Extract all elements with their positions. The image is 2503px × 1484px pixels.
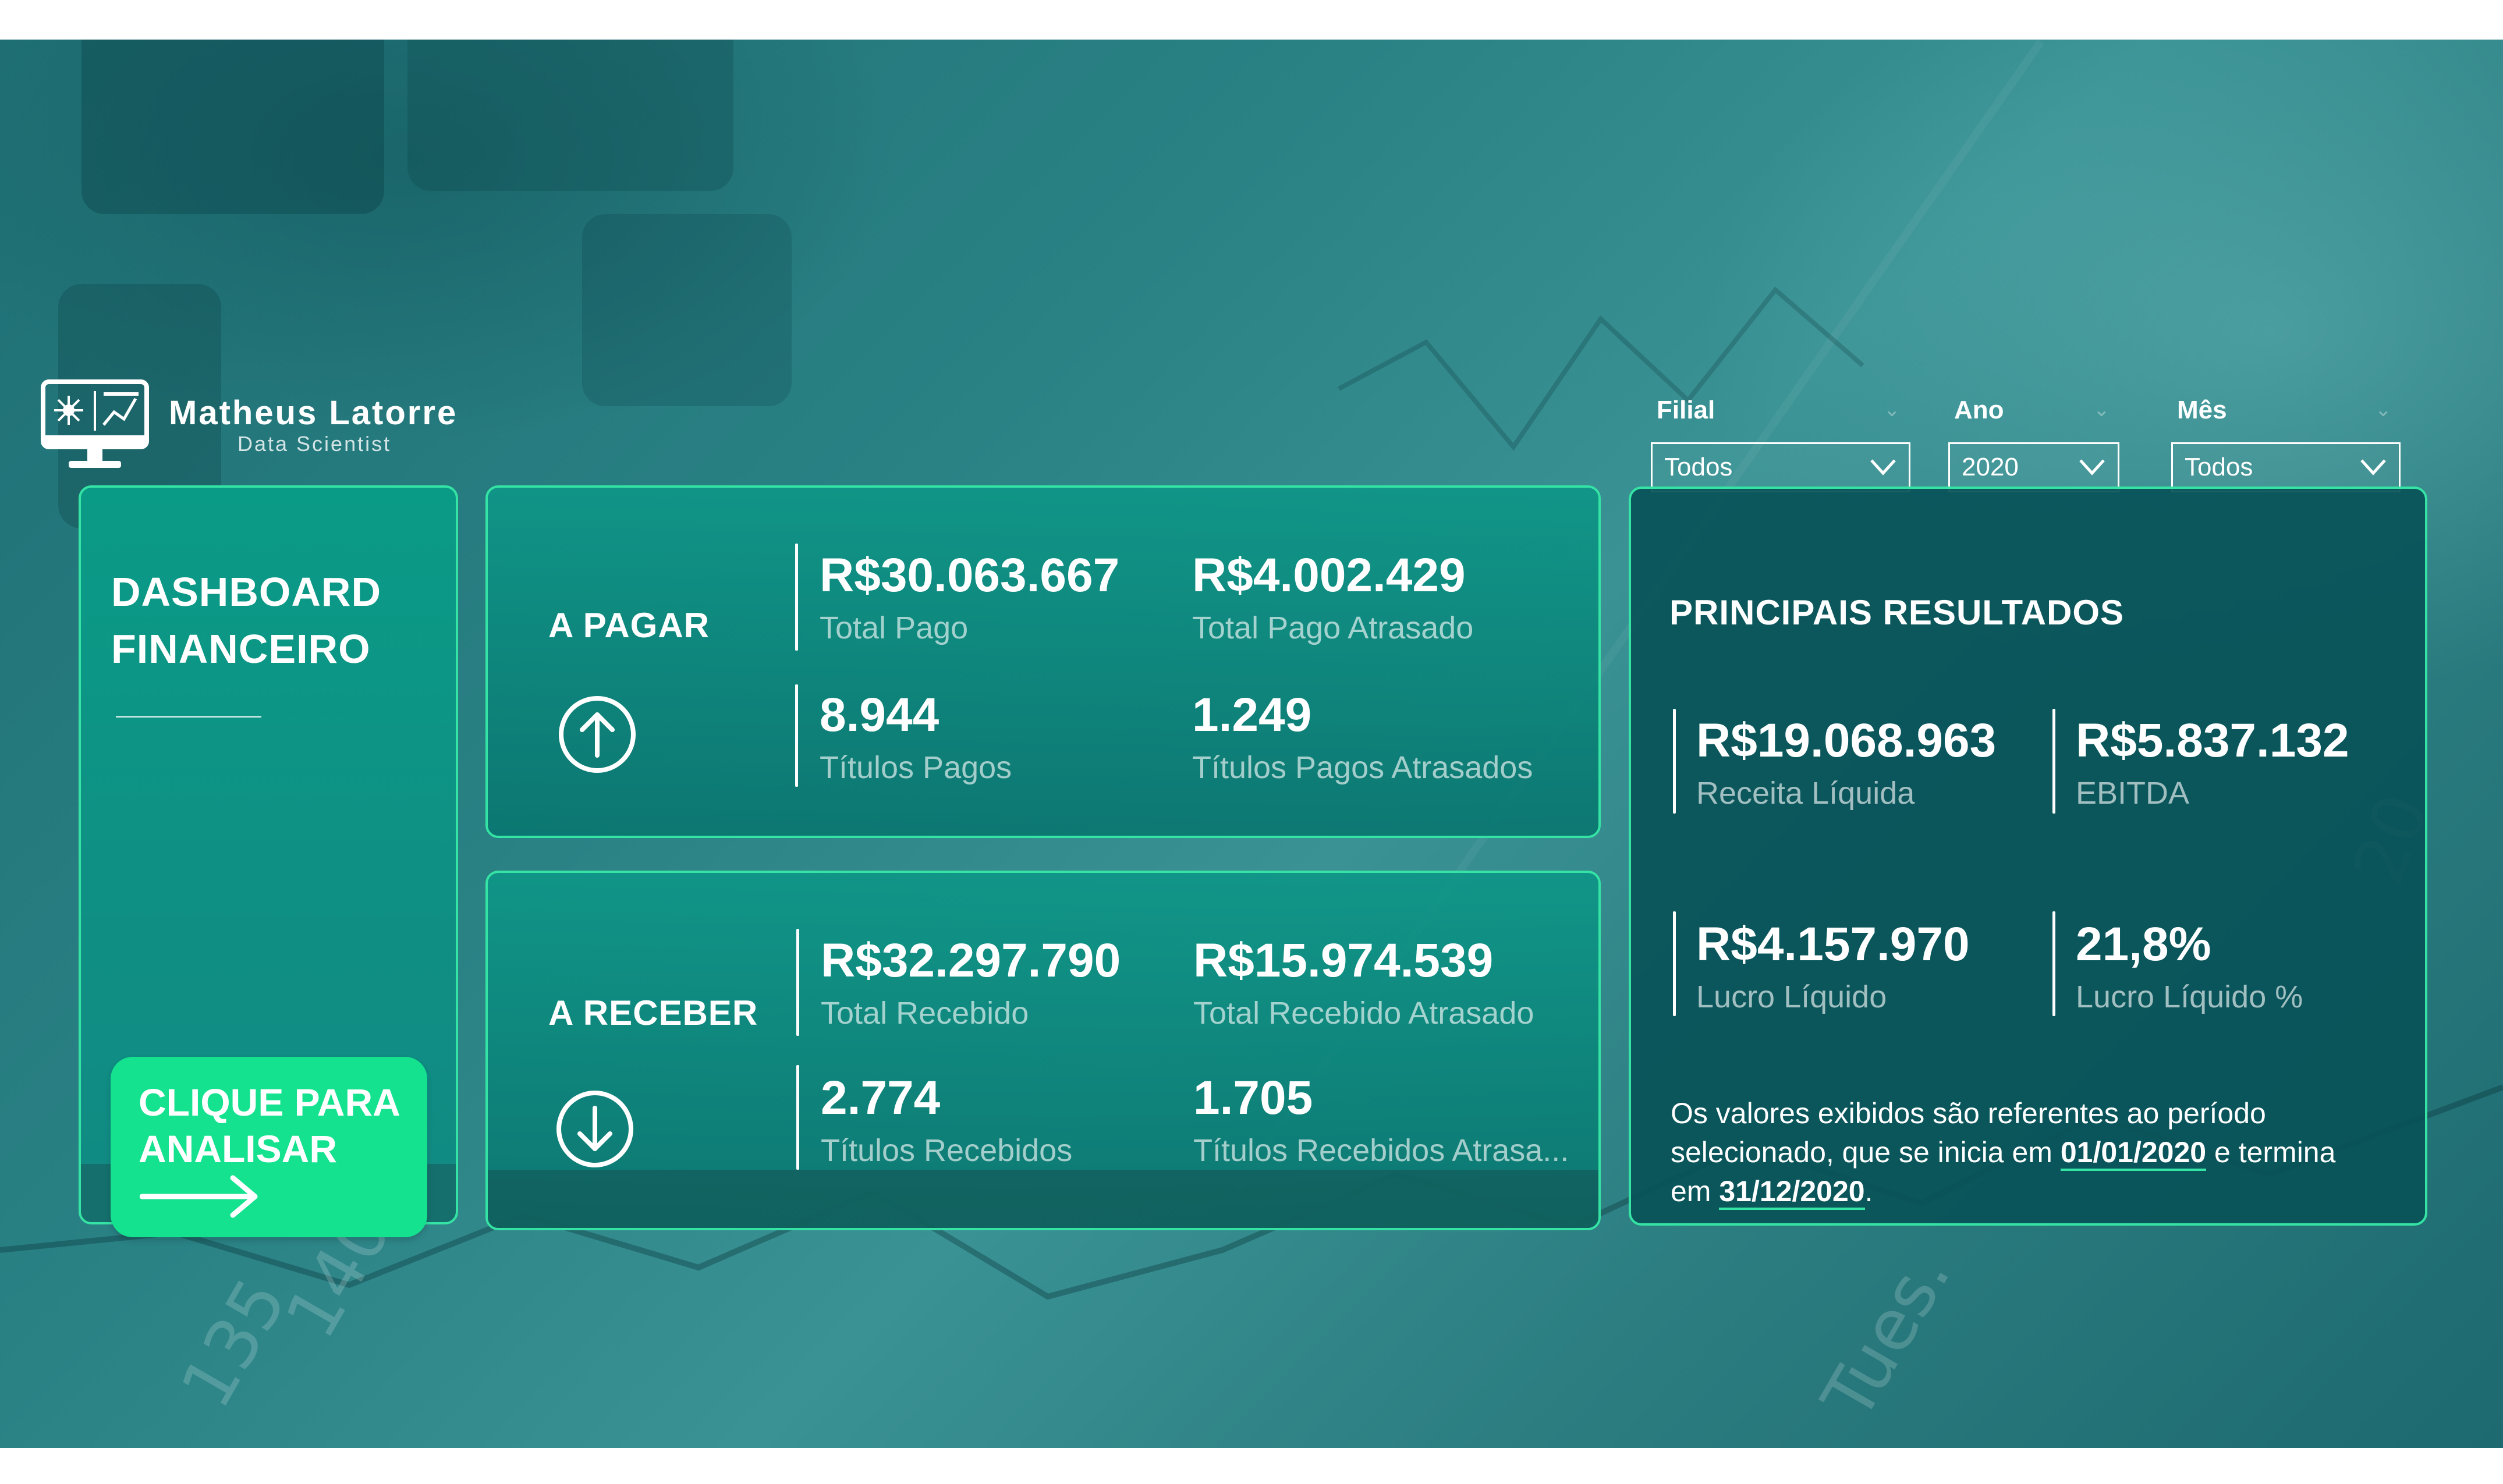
metric-label: Total Recebido <box>821 996 1029 1031</box>
brand-subtitle: Data Scientist <box>237 432 392 456</box>
metric-titulos-pagos: 8.944 Títulos Pagos <box>820 691 1012 786</box>
chevron-down-icon: ⌄ <box>2375 399 2392 421</box>
metric-value: 1.249 <box>1192 688 1312 741</box>
chevron-down-icon <box>2079 459 2105 475</box>
metric-label: Lucro Líquido % <box>2076 979 2303 1014</box>
chevron-down-icon <box>1870 459 1896 475</box>
a-receber-title: A RECEBER <box>548 993 758 1032</box>
metric-receita-liquida: R$19.068.963 Receita Líquida <box>1696 717 1996 811</box>
brand-name: Matheus Latorre <box>169 394 458 432</box>
metric-total-recebido-atrasado: R$15.974.539 Total Recebido Atrasado <box>1193 937 1534 1031</box>
period-note: Os valores exibidos são referentes ao pe… <box>1671 1094 2369 1211</box>
filial-dropdown[interactable]: Todos <box>1651 442 1910 492</box>
metric-lucro-liquido-pct: 21,8% Lucro Líquido % <box>2076 921 2303 1015</box>
a-pagar-card: A PAGAR R$30.063.667 Total Pago R$4.002.… <box>485 485 1601 838</box>
monitor-analytics-icon <box>41 379 149 468</box>
title-line-1: DASHBOARD <box>111 569 381 615</box>
arrow-down-circle-icon <box>556 1091 633 1167</box>
page-title: DASHBOARD FINANCEIRO <box>111 563 381 677</box>
metric-divider <box>795 684 798 787</box>
metric-total-recebido: R$32.297.790 Total Recebido <box>821 937 1121 1031</box>
metric-divider <box>1673 709 1676 814</box>
metric-label: Títulos Pagos <box>820 750 1012 785</box>
filter-label: Filial <box>1657 396 1715 424</box>
metric-label: Títulos Pagos Atrasados <box>1192 750 1533 785</box>
metric-total-pago-atrasado: R$4.002.429 Total Pago Atrasado <box>1192 552 1473 646</box>
cta-line-2: ANALISAR <box>139 1127 337 1170</box>
dropdown-value: Todos <box>2185 453 2253 481</box>
card-footer-band <box>488 1170 1598 1228</box>
metric-value: R$19.068.963 <box>1696 714 1997 767</box>
metric-label: Receita Líquida <box>1696 776 1915 811</box>
ano-dropdown[interactable]: 2020 <box>1948 442 2119 492</box>
title-divider <box>116 716 261 718</box>
metric-titulos-pagos-atrasados: 1.249 Títulos Pagos Atrasados <box>1192 691 1533 786</box>
svg-text:Tues.: Tues. <box>1807 1238 1966 1433</box>
metric-value: 1.705 <box>1193 1071 1313 1124</box>
a-receber-card: A RECEBER R$32.297.790 Total Recebido R$… <box>485 871 1601 1230</box>
mes-dropdown[interactable]: Todos <box>2171 442 2401 492</box>
title-line-2: FINANCEIRO <box>111 626 371 672</box>
metric-label: Total Pago Atrasado <box>1192 610 1474 645</box>
metric-total-pago: R$30.063.667 Total Pago <box>820 552 1119 646</box>
metric-lucro-liquido: R$4.157.970 Lucro Líquido <box>1696 921 1970 1015</box>
metric-value: R$4.002.429 <box>1192 549 1466 602</box>
cta-label: CLIQUE PARA ANALISAR <box>139 1079 406 1172</box>
metric-value: R$4.157.970 <box>1696 918 1970 971</box>
metric-value: R$15.974.539 <box>1193 934 1494 987</box>
svg-text:135: 135 <box>166 1266 303 1422</box>
metric-divider <box>795 544 798 651</box>
metric-divider <box>2052 709 2055 814</box>
note-text: . <box>1864 1175 1873 1208</box>
metric-divider <box>796 1065 799 1170</box>
chevron-down-icon: ⌄ <box>2093 399 2110 421</box>
metric-label: Total Pago <box>820 610 969 645</box>
metric-titulos-recebidos: 2.774 Títulos Recebidos <box>821 1074 1072 1169</box>
filter-label: Ano <box>1954 396 2004 424</box>
metric-label: EBITDA <box>2076 776 2190 811</box>
metric-titulos-recebidos-atrasados: 1.705 Títulos Recebidos Atrasa... <box>1193 1074 1569 1169</box>
metric-value: R$30.063.667 <box>820 549 1120 602</box>
start-date: 01/01/2020 <box>2060 1136 2207 1171</box>
a-pagar-title: A PAGAR <box>548 606 710 645</box>
chevron-down-icon <box>2360 459 2386 475</box>
metric-divider <box>1673 911 1676 1016</box>
metric-label: Títulos Recebidos Atrasa... <box>1193 1133 1569 1168</box>
metric-label: Lucro Líquido <box>1696 979 1887 1014</box>
metric-label: Total Recebido Atrasado <box>1193 996 1534 1031</box>
arrow-right-icon <box>140 1175 258 1218</box>
dropdown-value: Todos <box>1664 453 1733 481</box>
metric-value: R$5.837.132 <box>2076 714 2349 767</box>
chevron-down-icon: ⌄ <box>1884 399 1901 421</box>
metric-value: 8.944 <box>820 688 939 741</box>
metric-value: R$32.297.790 <box>821 934 1121 987</box>
metric-value: 21,8% <box>2076 918 2211 971</box>
brand: Matheus Latorre Data Scientist <box>40 378 482 477</box>
resultados-title: PRINCIPAIS RESULTADOS <box>1669 593 2125 632</box>
dropdown-value: 2020 <box>1962 453 2019 481</box>
metric-ebitda: R$5.837.132 EBITDA <box>2076 717 2349 811</box>
metric-divider <box>2052 911 2055 1016</box>
analyze-button[interactable]: CLIQUE PARA ANALISAR <box>111 1057 427 1237</box>
metric-label: Títulos Recebidos <box>821 1133 1073 1168</box>
cta-line-1: CLIQUE PARA <box>139 1081 400 1124</box>
filter-label: Mês <box>2177 396 2227 424</box>
arrow-up-circle-icon <box>559 696 636 773</box>
end-date: 31/12/2020 <box>1719 1175 1865 1210</box>
metric-value: 2.774 <box>821 1071 941 1124</box>
metric-divider <box>796 929 799 1036</box>
